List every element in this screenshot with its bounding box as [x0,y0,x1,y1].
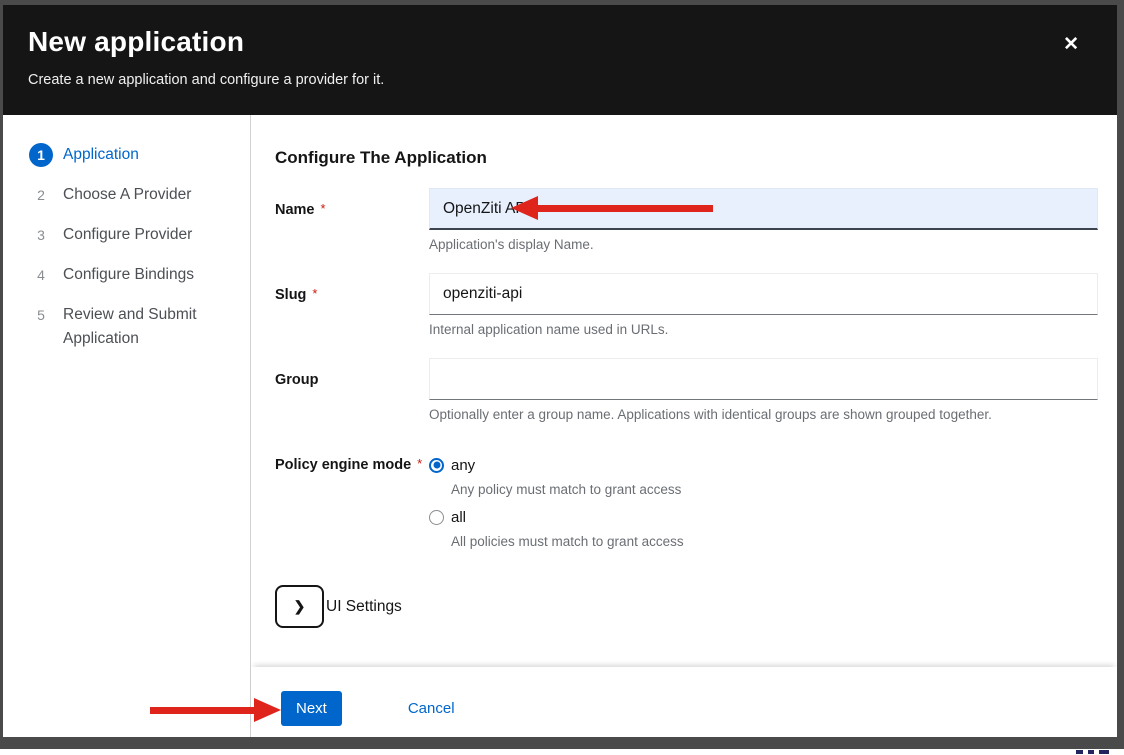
group-label-col: Group [275,358,429,422]
modal-title: New application [28,26,1081,58]
clipped-page-text-fragment [1076,750,1109,754]
radio-any-label: any [451,457,475,474]
name-form-row: Name * Application's display Name. [275,188,1098,252]
wizard-footer: Next Cancel [251,667,1117,737]
wizard-step-configure-bindings[interactable]: 4 Configure Bindings [29,263,240,287]
step-number: 3 [29,223,53,247]
group-helper-text: Optionally enter a group name. Applicati… [429,407,1098,422]
close-icon[interactable]: ✕ [1063,35,1079,54]
group-input[interactable] [429,358,1098,400]
step-number: 4 [29,263,53,287]
wizard-step-review-submit[interactable]: 5 Review and Submit Application [29,303,240,351]
slug-input[interactable] [429,273,1098,315]
cancel-link[interactable]: Cancel [408,691,455,726]
name-input[interactable] [429,188,1098,230]
modal-body: 1 Application 2 Choose A Provider 3 Conf… [3,115,1117,737]
slug-form-row: Slug * Internal application name used in … [275,273,1098,337]
wizard-content-column: Configure The Application Name * Applicat… [251,115,1117,737]
name-helper-text: Application's display Name. [429,237,1098,252]
page-title: Configure The Application [275,148,1098,168]
group-form-row: Group Optionally enter a group name. App… [275,358,1098,422]
radio-any[interactable]: any [429,453,1098,477]
slug-label: Slug [275,287,306,303]
required-asterisk: * [312,286,317,301]
slug-helper-text: Internal application name used in URLs. [429,322,1098,337]
wizard-step-choose-provider[interactable]: 2 Choose A Provider [29,183,240,207]
step-number: 2 [29,183,53,207]
form-content: Configure The Application Name * Applicat… [251,115,1117,667]
ui-settings-expand-button[interactable]: ❯ [275,585,324,628]
required-asterisk: * [321,201,326,216]
new-application-modal: New application Create a new application… [3,5,1117,737]
modal-header: New application Create a new application… [3,5,1117,115]
policy-option-all: all All policies must match to grant acc… [429,505,1098,549]
step-number: 1 [29,143,53,167]
step-label: Review and Submit Application [63,303,240,351]
radio-any-helper-text: Any policy must match to grant access [451,482,1098,497]
wizard-steps-sidebar: 1 Application 2 Choose A Provider 3 Conf… [3,115,251,737]
radio-all[interactable]: all [429,505,1098,529]
radio-all-label: all [451,509,466,526]
wizard-step-application[interactable]: 1 Application [29,143,240,167]
radio-button-icon[interactable] [429,510,444,525]
slug-label-col: Slug * [275,273,429,337]
radio-button-icon[interactable] [429,458,444,473]
radio-all-helper-text: All policies must match to grant access [451,534,1098,549]
step-label: Configure Bindings [63,263,194,287]
step-label: Configure Provider [63,223,192,247]
backdrop-edge-bottom [0,737,1124,749]
policy-label-col: Policy engine mode * [275,443,429,557]
wizard-step-configure-provider[interactable]: 3 Configure Provider [29,223,240,247]
required-asterisk: * [417,456,422,471]
group-label: Group [275,372,319,388]
modal-subtitle: Create a new application and configure a… [28,72,1081,88]
ui-settings-section: ❯ UI Settings [275,585,1098,628]
name-label-col: Name * [275,188,429,252]
backdrop-edge-right [1117,0,1124,749]
policy-option-any: any Any policy must match to grant acces… [429,453,1098,497]
step-label: Application [63,143,139,167]
ui-settings-label: UI Settings [326,598,402,616]
next-button[interactable]: Next [281,691,342,726]
policy-engine-mode-label: Policy engine mode [275,457,411,473]
step-number: 5 [29,303,53,327]
chevron-right-icon: ❯ [294,598,306,615]
step-label: Choose A Provider [63,183,191,207]
name-label: Name [275,202,315,218]
policy-engine-mode-form-row: Policy engine mode * any Any policy must … [275,443,1098,557]
